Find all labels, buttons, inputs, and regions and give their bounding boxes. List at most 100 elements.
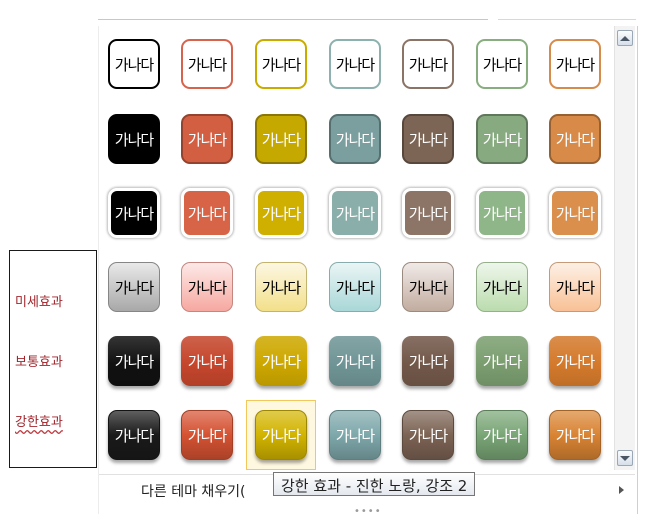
style-swatch-cell[interactable]: 가나다 (393, 400, 463, 470)
submenu-arrow-icon (619, 486, 624, 494)
style-swatch-cell[interactable]: 가나다 (540, 104, 610, 174)
style-swatch-cell[interactable]: 가나다 (467, 104, 537, 174)
annotation-moderate: 보통효과 (15, 355, 63, 370)
style-swatch: 가나다 (476, 114, 528, 164)
style-swatch-cell[interactable]: 가나다 (172, 29, 242, 99)
style-swatch: 가나다 (476, 336, 528, 386)
style-swatch: 가나다 (108, 188, 160, 238)
top-highlight-rule (98, 19, 488, 20)
gallery-scrollbar[interactable] (614, 26, 635, 470)
style-swatch-cell[interactable]: 가나다 (246, 104, 316, 174)
style-swatch-cell[interactable]: 가나다 (467, 178, 537, 248)
style-swatch-cell[interactable]: 가나다 (540, 252, 610, 322)
style-swatch-cell[interactable]: 가나다 (99, 29, 169, 99)
annotation-intense: 강한효과 (15, 415, 63, 430)
style-swatch: 가나다 (181, 336, 233, 386)
style-swatch-cell[interactable]: 가나다 (172, 400, 242, 470)
style-swatch-cell[interactable]: 가나다 (172, 252, 242, 322)
style-swatch: 가나다 (255, 39, 307, 89)
style-swatch-cell[interactable]: 가나다 (246, 29, 316, 99)
style-swatch: 가나다 (476, 39, 528, 89)
style-swatch: 가나다 (181, 410, 233, 460)
style-swatch: 가나다 (108, 410, 160, 460)
arrow-down-icon (620, 455, 630, 461)
style-swatch-cell[interactable]: 가나다 (246, 326, 316, 396)
shape-style-gallery: 가나다 가나다 가나다 가나다 가나다 가나다 가나다 가나다 가나다 가나다 가나다 가나다 가나다 가… (98, 26, 638, 517)
style-swatch-cell[interactable]: 가나다 (99, 326, 169, 396)
annotation-box: 미세효과 보통효과 강한효과 (9, 250, 97, 468)
style-swatch: 가나다 (255, 114, 307, 164)
style-swatch-cell[interactable]: 가나다 (99, 104, 169, 174)
style-swatch: 가나다 (476, 188, 528, 238)
style-swatch-cell[interactable]: 가나다 (467, 29, 537, 99)
scroll-up-button[interactable] (617, 30, 633, 46)
style-swatch-cell[interactable]: 가나다 (246, 400, 316, 470)
style-swatch: 가나다 (476, 262, 528, 312)
style-swatch: 가나다 (329, 39, 381, 89)
style-swatch: 가나다 (255, 188, 307, 238)
style-swatch-cell[interactable]: 가나다 (540, 326, 610, 396)
style-swatch-cell[interactable]: 가나다 (320, 400, 390, 470)
style-swatch-cell[interactable]: 가나다 (320, 29, 390, 99)
style-swatch-cell[interactable]: 가나다 (246, 178, 316, 248)
style-swatch: 가나다 (181, 114, 233, 164)
style-swatch-cell[interactable]: 가나다 (467, 400, 537, 470)
style-swatch: 가나다 (181, 39, 233, 89)
style-swatch: 가나다 (329, 410, 381, 460)
style-swatch-cell[interactable]: 가나다 (172, 326, 242, 396)
top-border-rule (498, 19, 636, 20)
style-swatch: 가나다 (108, 262, 160, 312)
style-swatch: 가나다 (108, 39, 160, 89)
style-swatch: 가나다 (402, 336, 454, 386)
style-swatch: 가나다 (549, 114, 601, 164)
style-swatch-cell[interactable]: 가나다 (172, 178, 242, 248)
style-swatch: 가나다 (402, 114, 454, 164)
annotation-subtle: 미세효과 (15, 295, 63, 310)
scroll-down-button[interactable] (617, 450, 633, 466)
style-swatch: 가나다 (402, 188, 454, 238)
style-swatch-cell[interactable]: 가나다 (320, 252, 390, 322)
style-swatch-cell[interactable]: 가나다 (393, 252, 463, 322)
style-swatch: 가나다 (402, 39, 454, 89)
style-swatch: 가나다 (549, 336, 601, 386)
arrow-up-icon (620, 35, 630, 41)
style-swatch-cell[interactable]: 가나다 (246, 252, 316, 322)
style-swatch-cell[interactable]: 가나다 (393, 29, 463, 99)
style-swatch: 가나다 (549, 410, 601, 460)
style-swatch-cell[interactable]: 가나다 (467, 326, 537, 396)
style-swatch-cell[interactable]: 가나다 (393, 104, 463, 174)
style-swatch: 가나다 (181, 188, 233, 238)
style-swatch-cell[interactable]: 가나다 (393, 326, 463, 396)
style-swatch-cell[interactable]: 가나다 (540, 178, 610, 248)
style-swatch: 가나다 (476, 410, 528, 460)
tooltip: 강한 효과 - 진한 노랑, 강조 2 (273, 472, 476, 496)
style-swatch-cell[interactable]: 가나다 (99, 400, 169, 470)
style-swatch-cell[interactable]: 가나다 (172, 104, 242, 174)
style-swatch-cell[interactable]: 가나다 (467, 252, 537, 322)
style-swatch: 가나다 (255, 410, 307, 460)
style-swatch-cell[interactable]: 가나다 (320, 104, 390, 174)
style-swatch: 가나다 (329, 262, 381, 312)
style-swatch: 가나다 (549, 262, 601, 312)
style-swatch: 가나다 (402, 262, 454, 312)
style-swatch: 가나다 (255, 262, 307, 312)
style-swatch-cell[interactable]: 가나다 (540, 29, 610, 99)
style-swatch: 가나다 (549, 188, 601, 238)
style-swatch: 가나다 (329, 114, 381, 164)
style-swatch: 가나다 (329, 336, 381, 386)
style-swatch-cell[interactable]: 가나다 (99, 252, 169, 322)
style-swatch-cell[interactable]: 가나다 (393, 178, 463, 248)
style-swatch: 가나다 (402, 410, 454, 460)
swatch-grid: 가나다 가나다 가나다 가나다 가나다 가나다 가나다 가나다 가나다 가나다 가나다 가나다 가나다 가… (99, 26, 614, 470)
style-swatch: 가나다 (549, 39, 601, 89)
style-swatch: 가나다 (108, 114, 160, 164)
resize-grip[interactable]: •••• (354, 506, 382, 517)
style-swatch: 가나다 (108, 336, 160, 386)
style-swatch-cell[interactable]: 가나다 (540, 400, 610, 470)
more-theme-fills-label: 다른 테마 채우기( (141, 484, 246, 500)
style-swatch: 가나다 (255, 336, 307, 386)
style-swatch-cell[interactable]: 가나다 (320, 178, 390, 248)
style-swatch: 가나다 (181, 262, 233, 312)
style-swatch-cell[interactable]: 가나다 (320, 326, 390, 396)
style-swatch-cell[interactable]: 가나다 (99, 178, 169, 248)
